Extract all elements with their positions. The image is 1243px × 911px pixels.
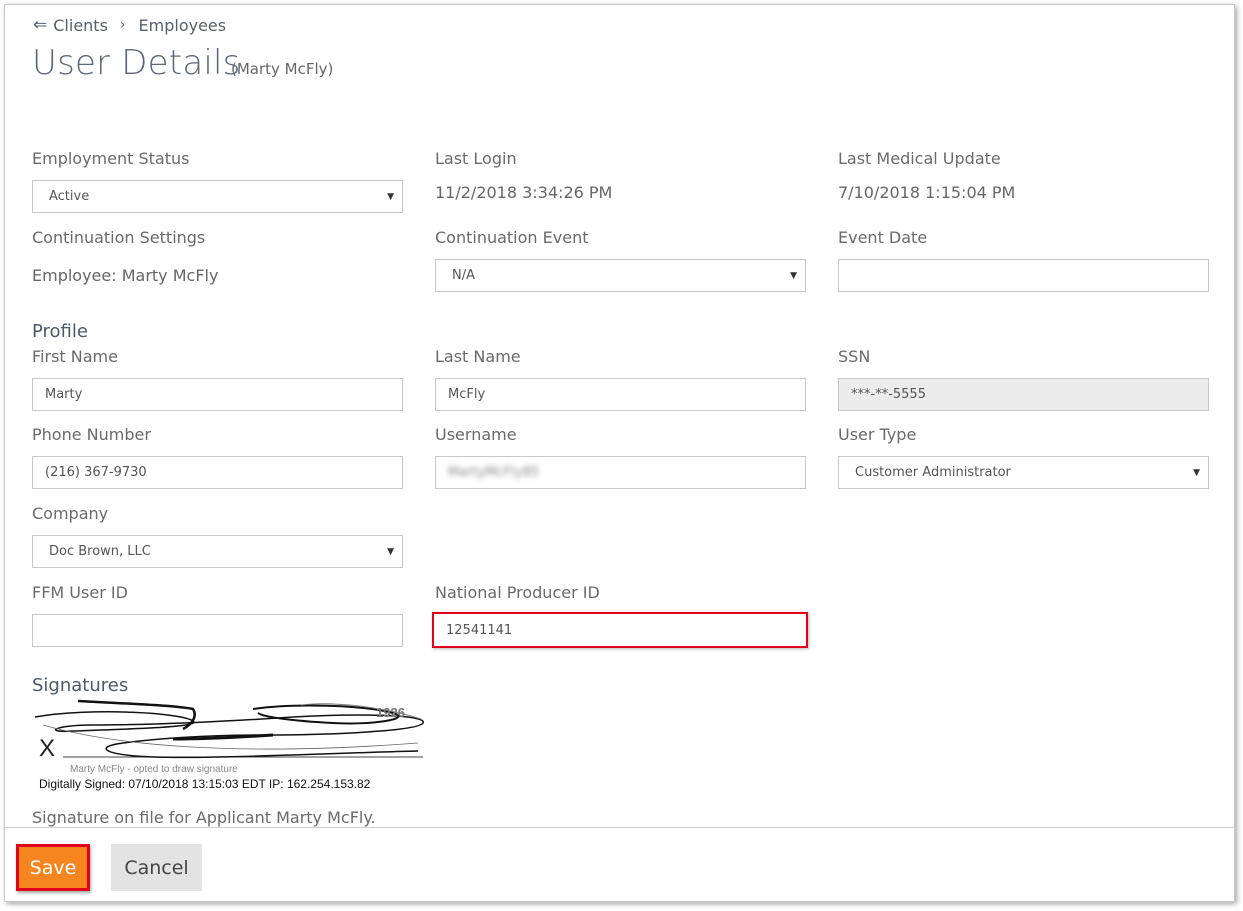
save-button[interactable]: Save — [16, 844, 90, 891]
continuation-event-value: N/A — [452, 268, 475, 283]
company-value: Doc Brown, LLC — [49, 544, 151, 559]
breadcrumb-employees[interactable]: Employees — [139, 16, 227, 35]
user-type-label: User Type — [838, 425, 917, 444]
chevron-down-icon: ▼ — [790, 270, 797, 281]
signatures-heading: Signatures — [32, 675, 129, 696]
employment-status-label: Employment Status — [32, 149, 190, 168]
last-medical-update-label: Last Medical Update — [838, 149, 1001, 168]
continuation-settings-label: Continuation Settings — [32, 228, 206, 247]
last-medical-update-value: 7/10/2018 1:15:04 PM — [838, 183, 1016, 202]
ssn-input: ***-**-5555 — [838, 378, 1209, 411]
breadcrumb: ⇐ Clients › Employees — [33, 15, 226, 35]
breadcrumb-clients[interactable]: Clients — [53, 16, 108, 35]
continuation-event-label: Continuation Event — [435, 228, 589, 247]
username-value: MartyMcFly85 — [448, 465, 540, 480]
employment-status-select[interactable]: Active ▼ — [32, 180, 403, 213]
page-subtitle: (Marty McFly) — [231, 60, 334, 78]
continuation-settings-value: Employee: Marty McFly — [32, 266, 219, 285]
company-select[interactable]: Doc Brown, LLC ▼ — [32, 535, 403, 568]
event-date-label: Event Date — [838, 228, 928, 247]
last-login-label: Last Login — [435, 149, 517, 168]
national-producer-id-input[interactable]: 12541141 — [432, 612, 808, 648]
user-type-value: Customer Administrator — [855, 465, 1011, 480]
event-date-input[interactable] — [838, 259, 1209, 292]
first-name-label: First Name — [32, 347, 118, 366]
page-title: User Details — [32, 43, 241, 83]
chevron-down-icon: ▼ — [1193, 467, 1200, 478]
national-producer-id-label: National Producer ID — [435, 583, 600, 602]
chevron-right-icon: › — [119, 17, 126, 33]
continuation-event-select[interactable]: N/A ▼ — [435, 259, 806, 292]
chevron-down-icon: ▼ — [387, 191, 394, 202]
signature-x-mark: X — [39, 735, 56, 762]
signature-drawing — [34, 699, 424, 759]
phone-number-input[interactable]: (216) 367-9730 — [32, 456, 403, 489]
signature-caption: Marty McFly - opted to draw signature — [70, 764, 238, 775]
signature-year-mark: 1926 — [376, 705, 405, 720]
company-label: Company — [32, 504, 109, 523]
last-name-label: Last Name — [435, 347, 521, 366]
ffm-user-id-input[interactable] — [32, 614, 403, 647]
phone-number-label: Phone Number — [32, 425, 151, 444]
chevron-down-icon: ▼ — [387, 546, 394, 557]
user-type-select[interactable]: Customer Administrator ▼ — [838, 456, 1209, 489]
user-details-page: ⇐ Clients › Employees User Details (Mart… — [4, 4, 1235, 902]
first-name-input[interactable]: Marty — [32, 378, 403, 411]
profile-heading: Profile — [32, 321, 88, 342]
ffm-user-id-label: FFM User ID — [32, 583, 128, 602]
last-login-value: 11/2/2018 3:34:26 PM — [435, 183, 613, 202]
employment-status-value: Active — [49, 189, 90, 204]
ssn-label: SSN — [838, 347, 871, 366]
back-arrow-icon[interactable]: ⇐ — [33, 15, 47, 35]
footer-divider — [5, 827, 1234, 828]
signature-signed-line: Digitally Signed: 07/10/2018 13:15:03 ED… — [39, 777, 371, 791]
username-input[interactable]: MartyMcFly85 — [435, 456, 806, 489]
last-name-input[interactable]: McFly — [435, 378, 806, 411]
cancel-button[interactable]: Cancel — [111, 844, 202, 891]
username-label: Username — [435, 425, 517, 444]
signature-note: Signature on file for Applicant Marty Mc… — [32, 808, 376, 827]
